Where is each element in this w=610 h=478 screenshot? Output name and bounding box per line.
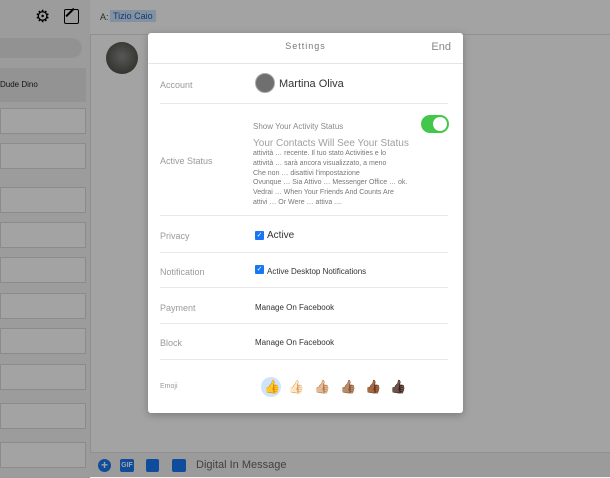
description-line: Ovunque … Sia Attivo … Messenger Office … — [253, 179, 408, 187]
thumbs-up-icon[interactable]: 👍🏽 — [340, 380, 356, 394]
description-line: Vedrai … When Your Friends And Counts Ar… — [253, 189, 394, 197]
divider — [148, 63, 463, 64]
active-status-label: Active Status — [160, 156, 213, 166]
block-label: Block — [160, 338, 183, 348]
settings-dialog: Settings End Account Martina Oliva Activ… — [148, 33, 463, 413]
privacy-checkbox[interactable]: ✓ — [255, 231, 264, 240]
notification-checkbox[interactable]: ✓ — [255, 265, 264, 274]
payment-label: Payment — [160, 303, 196, 313]
divider — [160, 252, 448, 253]
account-name: Martina Oliva — [279, 78, 344, 90]
description-line: attivi … Or Were … attiva .... — [253, 198, 342, 206]
thumbs-up-icon[interactable]: 👍🏿 — [390, 380, 406, 394]
active-status-title: Show Your Activity Status — [253, 122, 344, 131]
block-link[interactable]: Manage On Facebook — [255, 338, 334, 347]
payment-link[interactable]: Manage On Facebook — [255, 303, 334, 312]
emoji-label: Emoji — [160, 383, 178, 390]
thumbs-up-icon[interactable]: 👍🏻 — [288, 380, 304, 394]
active-status-subtitle: Your Contacts Will See Your Status — [253, 138, 409, 149]
divider — [160, 323, 448, 324]
done-button[interactable]: End — [431, 41, 451, 53]
active-status-description: attività … recente. Il tuo stato Activit… — [253, 149, 443, 208]
description-line: attività … recente. Il tuo stato Activit… — [253, 150, 387, 157]
divider — [160, 103, 448, 104]
thumbs-up-icon[interactable]: 👍🏾 — [365, 380, 381, 394]
thumbs-up-icon[interactable]: 👍🏼 — [314, 380, 330, 394]
divider — [160, 287, 448, 288]
description-line: attività … sarà ancora visualizzato, a m… — [253, 159, 387, 167]
divider — [160, 215, 448, 216]
account-label: Account — [160, 80, 193, 90]
active-status-toggle[interactable] — [421, 115, 449, 133]
notification-label: Notification — [160, 267, 205, 277]
notification-value: Active Desktop Notifications — [267, 267, 367, 276]
privacy-label: Privacy — [160, 231, 190, 241]
thumbs-up-icon[interactable]: 👍 — [264, 380, 280, 394]
divider — [160, 359, 448, 360]
account-avatar — [255, 73, 275, 93]
dialog-title: Settings — [285, 41, 326, 51]
privacy-value: Active — [267, 230, 295, 241]
description-line: Che non … disattivi l'impostazione — [253, 169, 360, 177]
